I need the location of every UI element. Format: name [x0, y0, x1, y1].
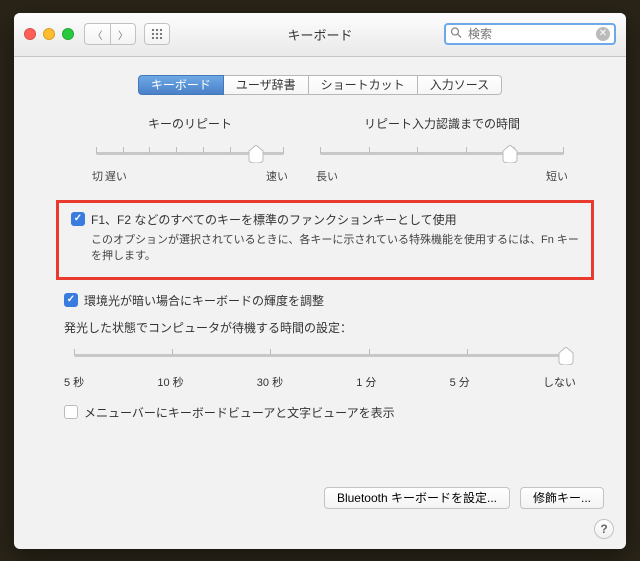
sliders-row: キーのリピート 切 遅い 速い リピート入力認識までの時間 [90, 115, 570, 184]
delay-slider: リピート入力認識までの時間 長い 短い [314, 115, 570, 184]
forward-button[interactable]: 〉 [110, 23, 136, 45]
key-repeat-slider: キーのリピート 切 遅い 速い [90, 115, 290, 184]
idle-tick-labels: 5 秒 10 秒 30 秒 1 分 5 分 しない [64, 374, 576, 390]
idle-tick: 5 分 [450, 374, 470, 390]
label-short: 短い [546, 168, 568, 184]
clear-search-icon[interactable]: ✕ [596, 27, 610, 41]
search-input[interactable] [444, 23, 616, 45]
fn-keys-checkbox[interactable] [71, 212, 85, 226]
titlebar: 〈 〉 キーボード ✕ [14, 13, 626, 57]
fn-keys-highlight: F1、F2 などのすべてのキーを標準のファンクションキーとして使用 このオプショ… [56, 200, 594, 280]
idle-tick: しない [543, 374, 576, 390]
grid-icon [151, 28, 163, 40]
fn-keys-checkbox-row[interactable]: F1、F2 などのすべてのキーを標準のファンクションキーとして使用 [71, 211, 579, 228]
modifier-keys-button[interactable]: 修飾キー... [520, 487, 604, 509]
tab-keyboard[interactable]: キーボード [138, 75, 224, 95]
label-slow: 遅い [105, 168, 127, 184]
help-button[interactable]: ? [594, 519, 614, 539]
content-area: キーボード ユーザ辞書 ショートカット 入力ソース キーのリピート 切 遅い 速… [14, 57, 626, 445]
label-fast: 速い [266, 168, 288, 184]
idle-tick: 5 秒 [64, 374, 84, 390]
tab-bar: キーボード ユーザ辞書 ショートカット 入力ソース [40, 75, 600, 95]
menubar-label: メニューバーにキーボードビューアと文字ビューアを表示 [84, 404, 395, 421]
bluetooth-keyboard-button[interactable]: Bluetooth キーボードを設定... [324, 487, 510, 509]
idle-tick: 30 秒 [257, 374, 283, 390]
slider-knob[interactable] [248, 145, 264, 161]
label-off: 切 [92, 168, 103, 184]
tab-userdict[interactable]: ユーザ辞書 [224, 75, 309, 95]
search-field[interactable]: ✕ [444, 23, 616, 45]
delay-track[interactable] [320, 142, 564, 164]
idle-slider[interactable] [68, 344, 572, 366]
search-icon [450, 27, 462, 42]
delay-title: リピート入力認識までの時間 [314, 115, 570, 132]
fn-keys-label: F1、F2 などのすべてのキーを標準のファンクションキーとして使用 [91, 211, 457, 228]
brightness-checkbox[interactable] [64, 293, 78, 307]
idle-label: 発光した状態でコンピュータが待機する時間の設定： [64, 319, 600, 336]
back-button[interactable]: 〈 [84, 23, 110, 45]
menubar-checkbox[interactable] [64, 405, 78, 419]
tab-inputsources[interactable]: 入力ソース [418, 75, 502, 95]
bottom-buttons: Bluetooth キーボードを設定... 修飾キー... [324, 487, 604, 509]
idle-tick: 10 秒 [157, 374, 183, 390]
brightness-checkbox-row[interactable]: 環境光が暗い場合にキーボードの輝度を調整 [64, 292, 590, 309]
preferences-window: 〈 〉 キーボード ✕ キーボード ユーザ辞書 ショートカット 入力ソース キー… [14, 13, 626, 549]
idle-tick: 1 分 [356, 374, 376, 390]
key-repeat-title: キーのリピート [90, 115, 290, 132]
slider-knob[interactable] [502, 145, 518, 161]
nav-buttons: 〈 〉 [84, 23, 170, 45]
tab-shortcuts[interactable]: ショートカット [309, 75, 418, 95]
close-icon[interactable] [24, 28, 36, 40]
label-long: 長い [316, 168, 338, 184]
show-all-button[interactable] [144, 23, 170, 45]
brightness-label: 環境光が暗い場合にキーボードの輝度を調整 [84, 292, 324, 309]
menubar-checkbox-row[interactable]: メニューバーにキーボードビューアと文字ビューアを表示 [64, 404, 590, 421]
zoom-icon[interactable] [62, 28, 74, 40]
slider-knob[interactable] [558, 347, 574, 363]
traffic-lights [24, 28, 74, 40]
key-repeat-track[interactable] [96, 142, 284, 164]
minimize-icon[interactable] [43, 28, 55, 40]
fn-keys-description: このオプションが選択されているときに、各キーに示されている特殊機能を使用するには… [91, 232, 579, 265]
